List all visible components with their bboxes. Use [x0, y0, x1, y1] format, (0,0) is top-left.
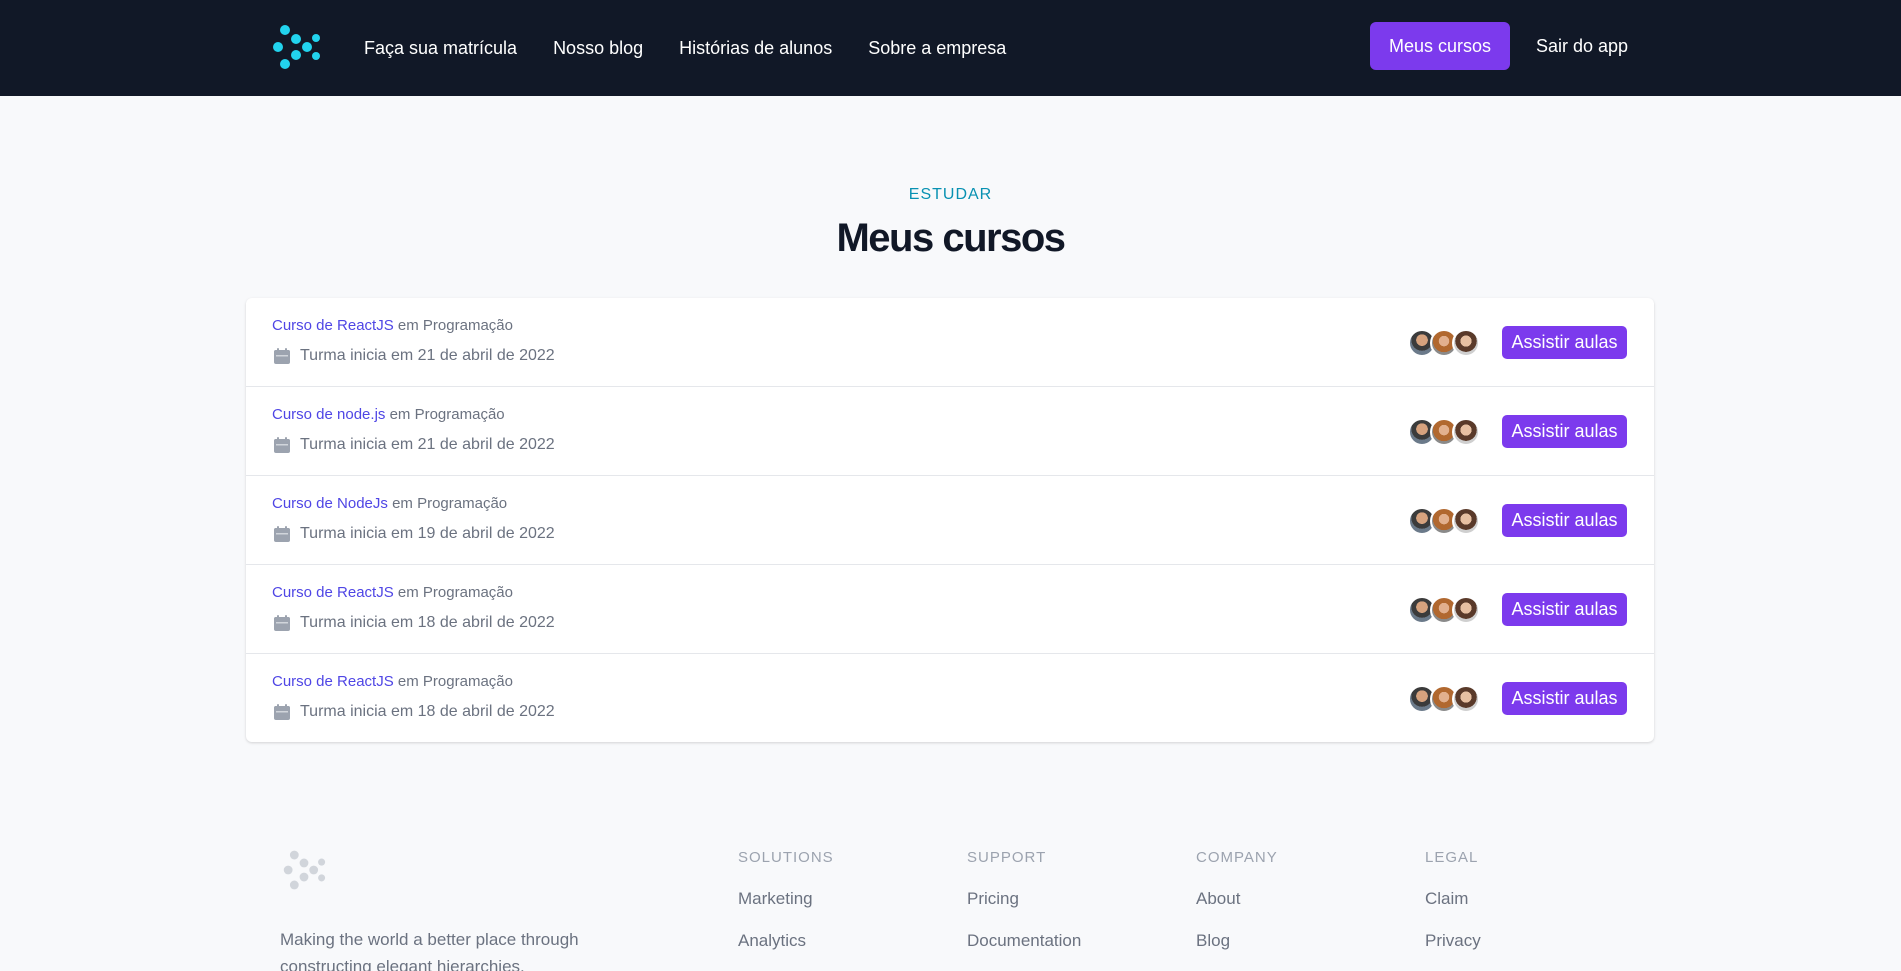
- footer-link[interactable]: Blog: [1196, 931, 1278, 951]
- course-title-line: Curso de NodeJs em Programação: [272, 495, 507, 512]
- category-prefix: em: [393, 317, 423, 334]
- footer-link[interactable]: Marketing: [738, 889, 834, 909]
- instructor-avatars: [1408, 329, 1480, 357]
- course-start-date: Turma inicia em 21 de abril de 2022: [300, 347, 555, 364]
- instructor-avatars: [1408, 418, 1480, 446]
- footer-heading: LEGAL: [1425, 849, 1479, 866]
- footer-heading: SOLUTIONS: [738, 849, 834, 866]
- logout-link[interactable]: Sair do app: [1536, 22, 1628, 70]
- watch-classes-button[interactable]: Assistir aulas: [1502, 682, 1627, 715]
- category-prefix: em: [393, 673, 423, 690]
- instructor-avatars: [1408, 507, 1480, 535]
- course-row: Curso de node.js em Programação Turma in…: [246, 387, 1654, 476]
- calendar-icon: [274, 526, 290, 542]
- footer-link[interactable]: About: [1196, 889, 1278, 909]
- footer-link[interactable]: Analytics: [738, 931, 834, 951]
- course-category: Programação: [422, 317, 513, 334]
- instructor-avatars: [1408, 596, 1480, 624]
- course-start-line: Turma inicia em 18 de abril de 2022: [272, 613, 555, 633]
- calendar-icon: [274, 348, 290, 364]
- footer-column-legal: LEGAL Claim Privacy: [1425, 849, 1481, 951]
- watch-classes-button[interactable]: Assistir aulas: [1502, 504, 1627, 537]
- course-row: Curso de NodeJs em Programação Turma ini…: [246, 476, 1654, 565]
- category-prefix: em: [387, 495, 418, 512]
- footer-column-support: SUPPORT Pricing Documentation: [967, 849, 1081, 951]
- course-name-link[interactable]: Curso de NodeJs: [272, 495, 388, 512]
- course-start-date: Turma inicia em 21 de abril de 2022: [300, 436, 555, 453]
- nav-link-enroll[interactable]: Faça sua matrícula: [364, 38, 517, 59]
- course-start-date: Turma inicia em 18 de abril de 2022: [300, 703, 555, 720]
- category-prefix: em: [393, 584, 423, 601]
- course-title-line: Curso de ReactJS em Programação: [272, 673, 513, 690]
- course-name-link[interactable]: Curso de ReactJS: [272, 317, 394, 334]
- footer-logo-icon: [283, 850, 326, 890]
- course-row: Curso de ReactJS em Programação Turma in…: [246, 654, 1654, 742]
- page-title: Meus cursos: [836, 216, 1066, 260]
- course-title-line: Curso de node.js em Programação: [272, 406, 505, 423]
- watch-classes-button[interactable]: Assistir aulas: [1502, 593, 1627, 626]
- footer-link[interactable]: Documentation: [967, 931, 1081, 951]
- footer-column-solutions: SOLUTIONS Marketing Analytics: [738, 849, 834, 951]
- course-category: Programação: [417, 495, 508, 512]
- course-category: Programação: [422, 584, 513, 601]
- my-courses-button[interactable]: Meus cursos: [1370, 22, 1510, 70]
- avatar: [1452, 507, 1480, 535]
- course-list: Curso de ReactJS em Programação Turma in…: [246, 298, 1654, 742]
- avatar: [1452, 596, 1480, 624]
- course-name-link[interactable]: Curso de ReactJS: [272, 584, 394, 601]
- course-category: Programação: [422, 673, 513, 690]
- course-title-line: Curso de ReactJS em Programação: [272, 584, 513, 601]
- course-start-line: Turma inicia em 18 de abril de 2022: [272, 702, 555, 722]
- instructor-avatars: [1408, 685, 1480, 713]
- footer-heading: COMPANY: [1196, 849, 1278, 866]
- footer-link[interactable]: Pricing: [967, 889, 1081, 909]
- watch-classes-button[interactable]: Assistir aulas: [1502, 415, 1627, 448]
- course-row: Curso de ReactJS em Programação Turma in…: [246, 565, 1654, 654]
- nav-link-about[interactable]: Sobre a empresa: [868, 38, 1006, 59]
- footer-link[interactable]: Privacy: [1425, 931, 1481, 951]
- brand-logo-icon[interactable]: [271, 22, 321, 72]
- nav-links: Faça sua matrícula Nosso blog Histórias …: [364, 0, 1006, 96]
- watch-classes-button[interactable]: Assistir aulas: [1502, 326, 1627, 359]
- footer-link[interactable]: Claim: [1425, 889, 1481, 909]
- section-eyebrow: ESTUDAR: [908, 186, 993, 203]
- footer-heading: SUPPORT: [967, 849, 1047, 866]
- category-prefix: em: [385, 406, 415, 423]
- avatar: [1452, 685, 1480, 713]
- course-name-link[interactable]: Curso de node.js: [272, 406, 385, 423]
- course-start-line: Turma inicia em 21 de abril de 2022: [272, 346, 555, 366]
- course-start-line: Turma inicia em 19 de abril de 2022: [272, 524, 555, 544]
- avatar: [1452, 329, 1480, 357]
- course-category: Programação: [414, 406, 505, 423]
- course-start-date: Turma inicia em 19 de abril de 2022: [300, 525, 555, 542]
- nav-link-blog[interactable]: Nosso blog: [553, 38, 643, 59]
- top-navbar: Faça sua matrícula Nosso blog Histórias …: [0, 0, 1901, 96]
- course-name-link[interactable]: Curso de ReactJS: [272, 673, 394, 690]
- footer-column-company: COMPANY About Blog: [1196, 849, 1278, 951]
- calendar-icon: [274, 704, 290, 720]
- course-start-line: Turma inicia em 21 de abril de 2022: [272, 435, 555, 455]
- course-title-line: Curso de ReactJS em Programação: [272, 317, 513, 334]
- calendar-icon: [274, 437, 290, 453]
- calendar-icon: [274, 615, 290, 631]
- course-start-date: Turma inicia em 18 de abril de 2022: [300, 614, 555, 631]
- avatar: [1452, 418, 1480, 446]
- course-row: Curso de ReactJS em Programação Turma in…: [246, 298, 1654, 387]
- footer-tagline: Making the world a better place through …: [280, 930, 579, 971]
- nav-link-stories[interactable]: Histórias de alunos: [679, 38, 832, 59]
